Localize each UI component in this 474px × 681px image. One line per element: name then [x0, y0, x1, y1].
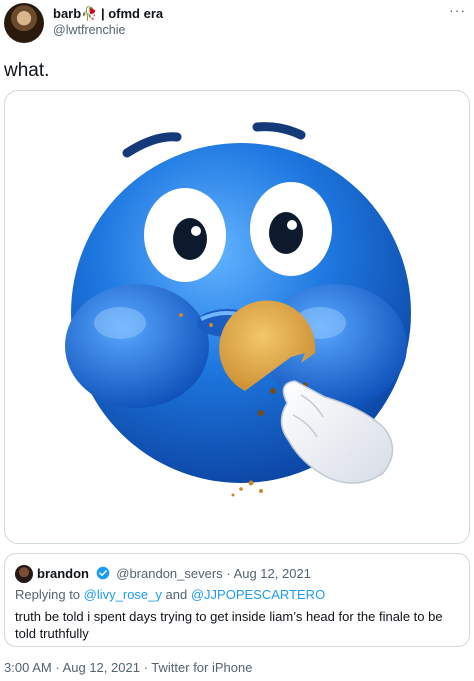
- more-options-icon[interactable]: ···: [449, 2, 466, 18]
- tweet-source[interactable]: Twitter for iPhone: [151, 660, 252, 675]
- tweet-media[interactable]: [4, 90, 470, 544]
- mention-link-2[interactable]: @JJPOPESCARTERO: [191, 587, 325, 602]
- quoted-handle: @brandon_severs: [116, 566, 223, 581]
- user-handle[interactable]: @lwtfrenchie: [53, 23, 125, 37]
- tweet-metadata: 3:00 AM · Aug 12, 2021 · Twitter for iPh…: [4, 660, 252, 675]
- emoji-eating-cookie-image: [65, 122, 411, 497]
- display-name[interactable]: barb🥀 | ofmd era: [53, 6, 163, 22]
- tweet-text: what.: [4, 60, 50, 81]
- tweet-date[interactable]: Aug 12, 2021: [63, 660, 140, 675]
- quoted-header: brandon @brandon_severs · Aug 12, 2021: [37, 566, 311, 581]
- verified-badge-icon: [96, 566, 109, 580]
- meta-separator: ·: [143, 660, 148, 675]
- mention-link-1[interactable]: @livy_rose_y: [84, 587, 162, 602]
- quoted-avatar: [15, 565, 33, 583]
- quoted-separator: ·: [226, 566, 231, 581]
- replying-and: and: [165, 587, 188, 602]
- quoted-date: Aug 12, 2021: [233, 566, 311, 581]
- tweet-time[interactable]: 3:00 AM: [4, 660, 52, 675]
- tweet-header: barb🥀 | ofmd era @lwtfrenchie ···: [0, 0, 474, 50]
- meta-separator: ·: [55, 660, 60, 675]
- quoted-tweet-text: truth be told i spent days trying to get…: [15, 609, 443, 641]
- avatar[interactable]: [4, 3, 44, 43]
- quoted-tweet[interactable]: brandon @brandon_severs · Aug 12, 2021 R…: [4, 553, 470, 647]
- quoted-display-name: brandon: [37, 566, 89, 581]
- replying-to: Replying to @livy_rose_y and @JJPOPESCAR…: [15, 587, 325, 602]
- replying-prefix: Replying to: [15, 587, 81, 602]
